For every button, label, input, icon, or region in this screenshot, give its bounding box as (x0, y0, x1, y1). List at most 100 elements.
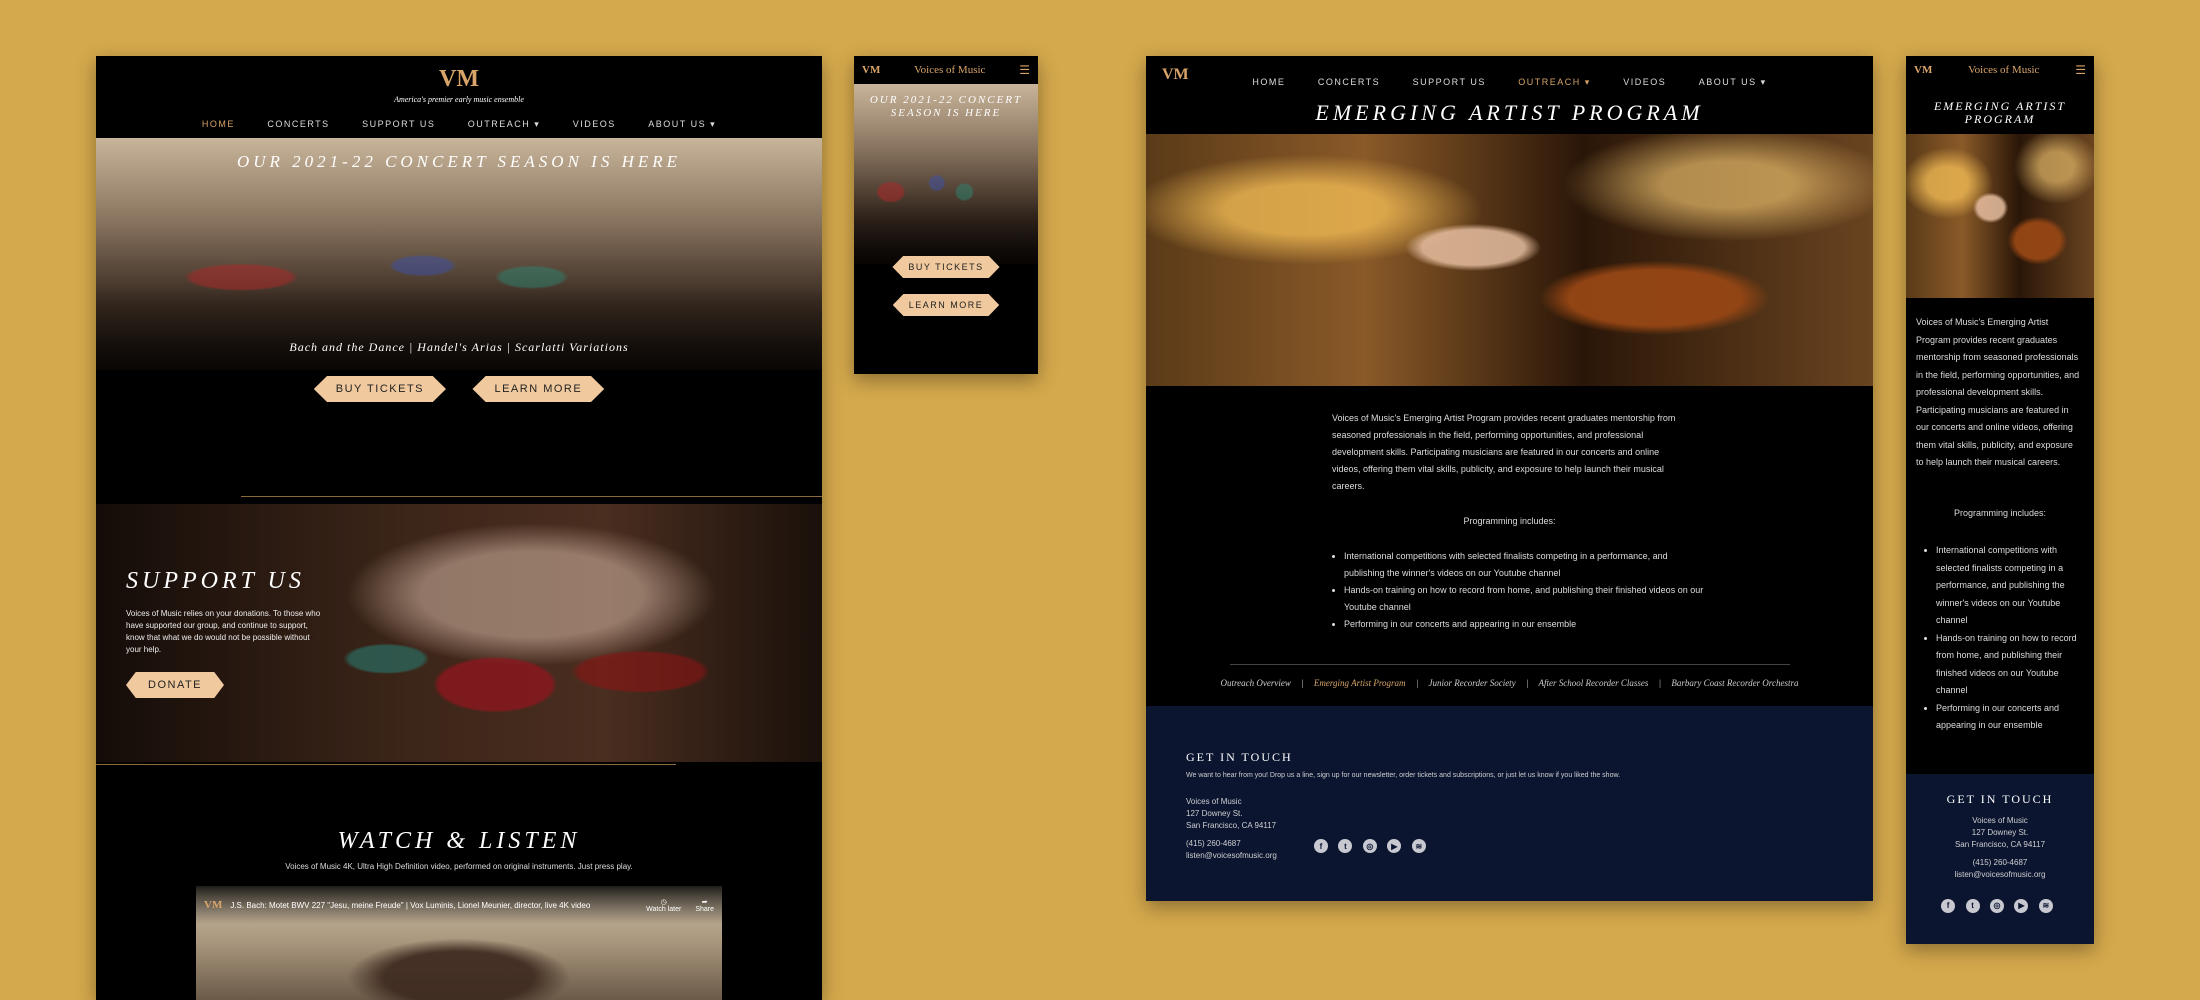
mobile-buy-tickets-button[interactable]: BUY TICKETS (892, 256, 1000, 278)
spotify-icon[interactable]: ≋ (1411, 839, 1426, 853)
logo[interactable]: VM (96, 66, 822, 93)
channel-logo[interactable]: VM (204, 899, 222, 911)
twitter-icon[interactable]: t (1338, 839, 1353, 853)
support-title: SUPPORT US (126, 568, 305, 594)
eap-nav-about-us[interactable]: ABOUT US ▾ (1699, 77, 1767, 87)
subnav-separator: | (1301, 678, 1304, 688)
eap-nav-home[interactable]: HOME (1252, 77, 1285, 87)
contact-details-row: Voices of Music 127 Downey St. San Franc… (1186, 796, 1833, 862)
nav-outreach[interactable]: OUTREACH ▾ (468, 119, 541, 129)
twitter-icon[interactable]: t (1965, 898, 1980, 913)
contact-footer: GET IN TOUCH We want to hear from you! D… (1146, 706, 1873, 901)
contact-city: San Francisco, CA 94117 (1954, 840, 2046, 849)
share-button[interactable]: ➦ Share (695, 898, 714, 913)
hamburger-menu-icon[interactable]: ☰ (1019, 63, 1030, 77)
list-item: International competitions with selected… (1936, 542, 2082, 630)
watch-later-label: Watch later (646, 905, 682, 913)
contact-address: Voices of Music 127 Downey St. San Franc… (1186, 796, 1314, 862)
desktop-home-panel: VM America's premier early music ensembl… (96, 56, 822, 1000)
facebook-icon[interactable]: f (1941, 898, 1956, 913)
contact-city: San Francisco, CA 94117 (1186, 820, 1277, 830)
contact-email[interactable]: listen@voicesofmusic.org (1906, 869, 2094, 881)
nav-support-us[interactable]: SUPPORT US (362, 119, 435, 129)
eap-divider (1230, 664, 1790, 665)
eap-header: VM HOME CONCERTS SUPPORT US OUTREACH ▾ V… (1146, 56, 1873, 134)
eap-nav-outreach[interactable]: OUTREACH ▾ (1518, 77, 1591, 87)
divider-line (241, 496, 822, 497)
watch-later-button[interactable]: ◷ Watch later (646, 898, 681, 913)
nav-home[interactable]: HOME (202, 119, 235, 129)
subnav-after-school-recorder-classes[interactable]: After School Recorder Classes (1539, 678, 1649, 688)
header: VM America's premier early music ensembl… (96, 56, 822, 138)
watch-text: Voices of Music 4K, Ultra High Definitio… (285, 862, 633, 871)
hero-subtitle: Bach and the Dance | Handel's Arias | Sc… (289, 340, 629, 354)
contact-text: We want to hear from you! Drop us a line… (1186, 772, 1621, 779)
mobile-eap-programming-list: International competitions with selected… (1936, 542, 2082, 735)
video-topbar: VM J.S. Bach: Motet BWV 227 "Jesu, meine… (196, 886, 722, 924)
eap-programming-list: International competitions with selected… (1344, 548, 1704, 633)
clock-icon: ◷ (660, 898, 667, 906)
hamburger-menu-icon[interactable]: ☰ (2075, 63, 2086, 77)
spotify-icon[interactable]: ≋ (2038, 898, 2053, 913)
buy-tickets-button[interactable]: BUY TICKETS (313, 376, 447, 402)
contact-name: Voices of Music (1972, 816, 2028, 825)
eap-nav-support-us[interactable]: SUPPORT US (1413, 77, 1486, 87)
learn-more-button[interactable]: LEARN MORE (472, 376, 605, 402)
list-item: International competitions with selected… (1344, 548, 1704, 582)
mobile-social-icons: f t ◎ ▶ ≋ (1906, 895, 2094, 913)
list-item: Hands-on training on how to record from … (1344, 582, 1704, 616)
mobile-eap-logo[interactable]: VM (1914, 64, 1932, 76)
eap-hero-image (1146, 134, 1873, 386)
desktop-eap-panel: VM HOME CONCERTS SUPPORT US OUTREACH ▾ V… (1146, 56, 1873, 901)
divider-line-2 (96, 764, 676, 765)
social-icons: f t ◎ ▶ ≋ (1314, 836, 1432, 854)
instagram-icon[interactable]: ◎ (1990, 898, 2004, 913)
subnav-barbary-coast-recorder-orchestra[interactable]: Barbary Coast Recorder Orchestra (1671, 678, 1798, 688)
nav-about-us[interactable]: ABOUT US ▾ (648, 119, 716, 129)
facebook-icon[interactable]: f (1314, 839, 1328, 853)
mobile-brand-name: Voices of Music (914, 64, 986, 76)
contact-email[interactable]: listen@voicesofmusic.org (1186, 850, 1314, 862)
subnav-junior-recorder-society[interactable]: Junior Recorder Society (1429, 678, 1516, 688)
subnav-emerging-artist-program[interactable]: Emerging Artist Program (1314, 678, 1406, 688)
list-item: Performing in our concerts and appearing… (1936, 700, 2082, 735)
eap-nav-concerts[interactable]: CONCERTS (1318, 77, 1380, 87)
nav-videos[interactable]: VIDEOS (573, 119, 616, 129)
mobile-learn-more-button[interactable]: LEARN MORE (892, 294, 1000, 316)
mobile-eap-panel: VM Voices of Music ☰ EMERGING ARTIST PRO… (1906, 56, 2094, 944)
tagline: America's premier early music ensemble (394, 95, 524, 104)
eap-nav-videos[interactable]: VIDEOS (1623, 77, 1666, 87)
instagram-icon[interactable]: ◎ (1362, 839, 1377, 853)
mobile-hero-buttons: BUY TICKETS LEARN MORE (854, 256, 1038, 316)
video-player[interactable]: VM J.S. Bach: Motet BWV 227 "Jesu, meine… (196, 886, 722, 1000)
share-icon: ➦ (701, 898, 708, 906)
contact-street: 127 Downey St. (1186, 808, 1243, 818)
youtube-icon[interactable]: ▶ (2014, 898, 2029, 913)
eap-title: EMERGING ARTIST PROGRAM (1315, 100, 1704, 125)
video-title[interactable]: J.S. Bach: Motet BWV 227 "Jesu, meine Fr… (230, 901, 638, 910)
donate-button[interactable]: DONATE (126, 672, 225, 698)
watch-title: WATCH & LISTEN (337, 828, 581, 854)
subnav-separator: | (1658, 678, 1662, 688)
subnav-outreach-overview[interactable]: Outreach Overview (1221, 678, 1291, 688)
mobile-home-panel: VM Voices of Music ☰ OUR 2021-22 CONCERT… (854, 56, 1038, 374)
mobile-hero-title: OUR 2021-22 CONCERT SEASON IS HERE (869, 94, 1023, 120)
hero-title: OUR 2021-22 CONCERT SEASON IS HERE (236, 152, 682, 171)
contact-phone[interactable]: (415) 260-4687 (1906, 857, 2094, 869)
hero-fade (96, 288, 822, 458)
nav-concerts[interactable]: CONCERTS (267, 119, 329, 129)
mobile-eap-programming-label: Programming includes: (1953, 508, 2047, 518)
support-text: Voices of Music relies on your donations… (126, 609, 321, 654)
mobile-contact-title: GET IN TOUCH (1946, 792, 2054, 806)
contact-phone[interactable]: (415) 260-4687 (1186, 838, 1314, 850)
mobile-eap-header: VM Voices of Music ☰ (1906, 56, 2094, 84)
subnav-separator: | (1415, 678, 1419, 688)
share-label: Share (695, 905, 714, 913)
mobile-contact-footer: GET IN TOUCH Voices of Music 127 Downey … (1906, 774, 2094, 944)
contact-street: 127 Downey St. (1971, 828, 2029, 837)
outreach-subnav: Outreach Overview | Emerging Artist Prog… (1146, 678, 1873, 688)
youtube-icon[interactable]: ▶ (1387, 839, 1402, 853)
mobile-logo[interactable]: VM (862, 64, 880, 76)
mobile-eap-image (1906, 134, 2094, 298)
list-item: Performing in our concerts and appearing… (1344, 616, 1704, 633)
